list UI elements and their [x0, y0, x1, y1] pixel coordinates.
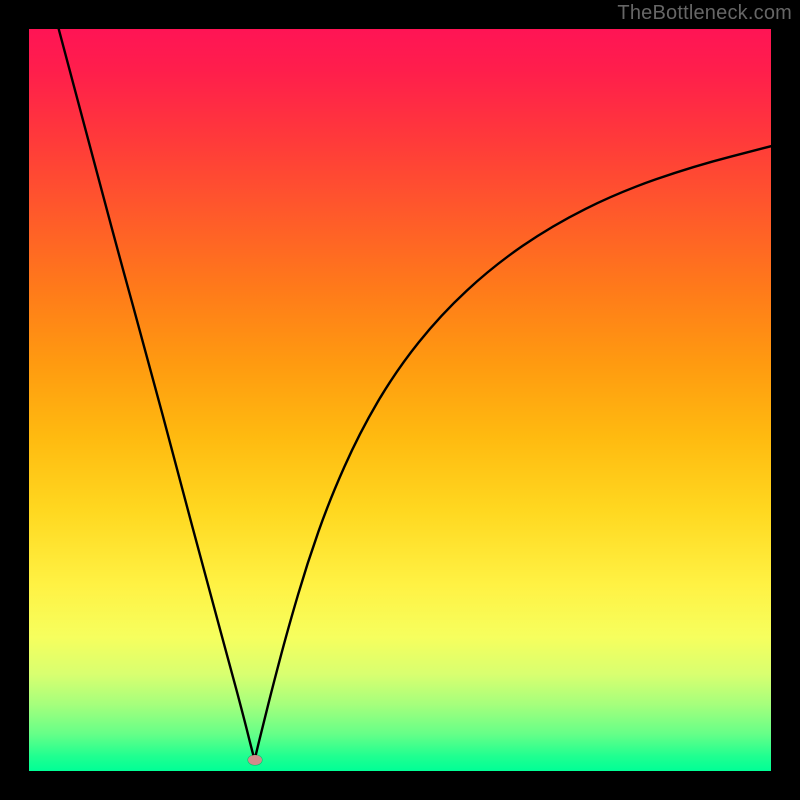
watermark-text: TheBottleneck.com: [617, 2, 792, 25]
bottleneck-curve: [29, 29, 771, 771]
chart-frame: TheBottleneck.com: [0, 0, 800, 800]
plot-area: [29, 29, 771, 771]
curve-path: [59, 29, 771, 760]
optimum-marker: [248, 755, 262, 765]
